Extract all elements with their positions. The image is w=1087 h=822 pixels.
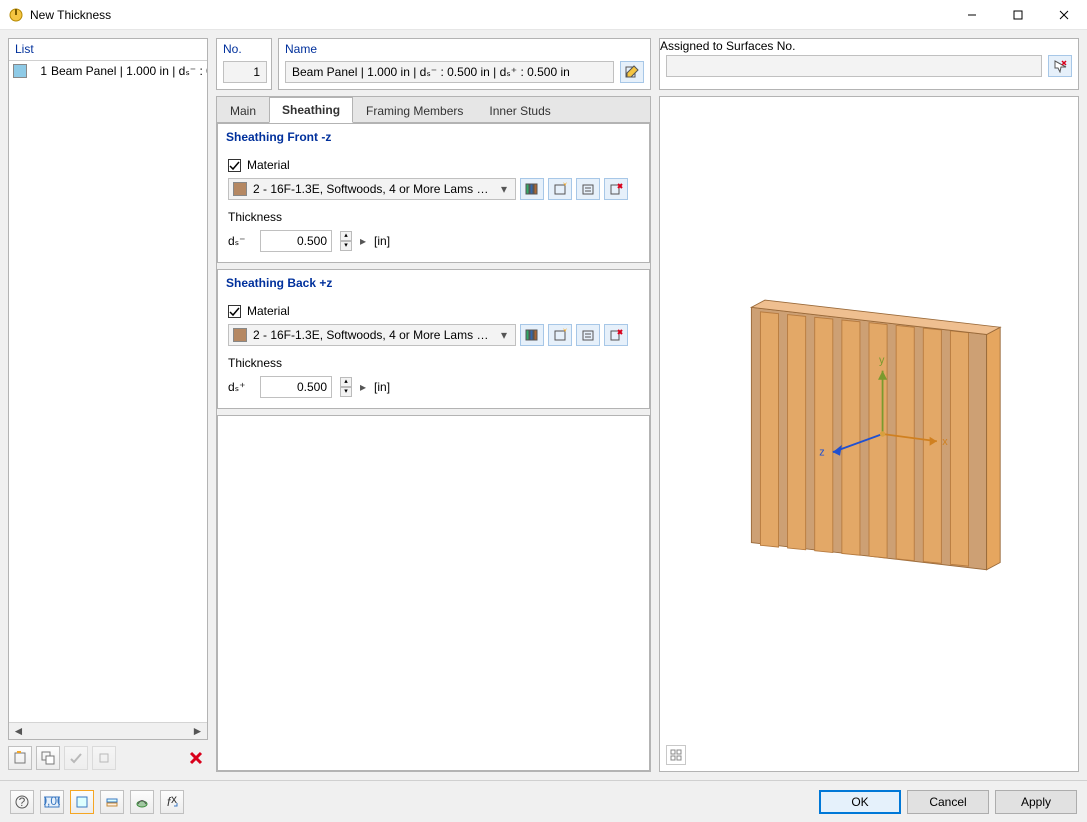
tab-sheathing[interactable]: Sheathing	[269, 97, 353, 123]
empty-group	[217, 415, 650, 771]
units-button[interactable]: 0,00	[40, 790, 64, 814]
sheathing-back-title: Sheathing Back +z	[218, 270, 649, 294]
back-material-new-button[interactable]	[548, 324, 572, 346]
front-material-delete-button[interactable]	[604, 178, 628, 200]
axis-z-label: z	[819, 447, 824, 459]
back-thickness-label: Thickness	[228, 356, 639, 370]
back-material-checkbox[interactable]	[228, 305, 241, 318]
svg-text:?: ?	[19, 795, 26, 809]
back-material-library-button[interactable]	[520, 324, 544, 346]
chevron-down-icon: ▾	[497, 328, 511, 342]
left-panel: List 1 Beam Panel | 1.000 in | dₛ⁻ : 0.5…	[8, 38, 208, 772]
back-thickness-unit: [in]	[374, 380, 390, 394]
name-label: Name	[279, 39, 650, 59]
preview-3d[interactable]: x y z	[659, 96, 1079, 772]
material-swatch-icon	[233, 182, 247, 196]
front-thickness-symbol: dₛ⁻	[228, 234, 252, 248]
render-button[interactable]	[130, 790, 154, 814]
list-header: List	[9, 39, 207, 61]
name-group: Name Beam Panel | 1.000 in | dₛ⁻ : 0.500…	[278, 38, 651, 90]
delete-item-button[interactable]	[184, 746, 208, 770]
step-up-icon[interactable]: ▸	[360, 234, 366, 248]
layers-button[interactable]	[100, 790, 124, 814]
sheathing-front-group: Sheathing Front -z Material 2 - 16F-1.3E…	[217, 123, 650, 263]
cancel-button[interactable]: Cancel	[907, 790, 989, 814]
ok-button[interactable]: OK	[819, 790, 901, 814]
step-up-icon[interactable]: ▸	[360, 380, 366, 394]
front-material-select[interactable]: 2 - 16F-1.3E, Softwoods, 4 or More Lams …	[228, 178, 516, 200]
list-item-text: Beam Panel | 1.000 in | dₛ⁻ : 0.50	[51, 64, 207, 78]
scroll-right-icon[interactable]: ►	[190, 725, 205, 738]
sheathing-front-title: Sheathing Front -z	[218, 124, 649, 148]
assigned-label: Assigned to Surfaces No.	[660, 39, 1078, 53]
front-thickness-input[interactable]: 0.500	[260, 230, 332, 252]
move-item-button	[92, 746, 116, 770]
titlebar: New Thickness	[0, 0, 1087, 30]
tab-framing-members[interactable]: Framing Members	[353, 98, 476, 123]
window-title: New Thickness	[30, 8, 949, 22]
assigned-input[interactable]	[666, 55, 1042, 77]
axis-y-label: y	[879, 354, 885, 366]
close-button[interactable]	[1041, 0, 1087, 30]
list-horizontal-scrollbar[interactable]: ◄ ►	[9, 722, 207, 739]
number-label: No.	[217, 39, 271, 59]
chevron-down-icon: ▾	[497, 182, 511, 196]
front-material-new-button[interactable]	[548, 178, 572, 200]
maximize-button[interactable]	[995, 0, 1041, 30]
edit-name-button[interactable]	[620, 61, 644, 83]
bottom-toolbar: ? 0,00 fx OK Cancel Apply	[0, 780, 1087, 822]
sheathing-back-group: Sheathing Back +z Material 2 - 16F-1.3E,…	[217, 269, 650, 409]
back-material-label: Material	[247, 304, 290, 318]
front-material-library-button[interactable]	[520, 178, 544, 200]
list-item-swatch	[13, 64, 27, 78]
back-material-delete-button[interactable]	[604, 324, 628, 346]
back-thickness-symbol: dₛ⁺	[228, 380, 252, 394]
minimize-button[interactable]	[949, 0, 995, 30]
back-thickness-input[interactable]: 0.500	[260, 376, 332, 398]
apply-button[interactable]: Apply	[995, 790, 1077, 814]
front-material-checkbox[interactable]	[228, 159, 241, 172]
back-thickness-spinner[interactable]: ▴▾	[340, 377, 352, 397]
name-input[interactable]: Beam Panel | 1.000 in | dₛ⁻ : 0.500 in |…	[285, 61, 614, 83]
assigned-group: Assigned to Surfaces No.	[659, 38, 1079, 90]
front-material-label: Material	[247, 158, 290, 172]
axis-x-label: x	[942, 436, 948, 448]
front-thickness-unit: [in]	[374, 234, 390, 248]
help-button[interactable]: ?	[10, 790, 34, 814]
tab-inner-studs[interactable]: Inner Studs	[476, 98, 563, 123]
number-group: No.	[216, 38, 272, 90]
tab-main[interactable]: Main	[217, 98, 269, 123]
list-item[interactable]: 1 Beam Panel | 1.000 in | dₛ⁻ : 0.50	[9, 61, 207, 81]
svg-text:0,00: 0,00	[44, 795, 60, 808]
scroll-left-icon[interactable]: ◄	[11, 725, 26, 738]
list-item-number: 1	[31, 64, 47, 78]
tab-strip: Main Sheathing Framing Members Inner Stu…	[217, 97, 650, 123]
front-thickness-label: Thickness	[228, 210, 639, 224]
pick-surface-button[interactable]	[1048, 55, 1072, 77]
number-input[interactable]	[223, 61, 267, 83]
app-icon	[8, 7, 24, 23]
front-thickness-spinner[interactable]: ▴▾	[340, 231, 352, 251]
function-button[interactable]: fx	[160, 790, 184, 814]
back-material-select[interactable]: 2 - 16F-1.3E, Softwoods, 4 or More Lams …	[228, 324, 516, 346]
copy-item-button[interactable]	[36, 746, 60, 770]
check-item-button	[64, 746, 88, 770]
material-swatch-icon	[233, 328, 247, 342]
view-button[interactable]	[70, 790, 94, 814]
new-item-button[interactable]	[8, 746, 32, 770]
preview-options-button[interactable]	[666, 745, 686, 765]
back-material-edit-button[interactable]	[576, 324, 600, 346]
front-material-edit-button[interactable]	[576, 178, 600, 200]
svg-text:x: x	[171, 795, 177, 806]
